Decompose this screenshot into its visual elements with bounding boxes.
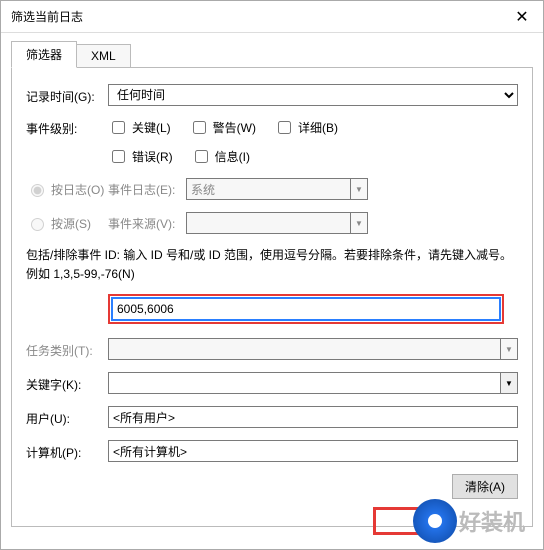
radio-by-log-input: [31, 184, 44, 197]
tab-filter[interactable]: 筛选器: [11, 41, 77, 68]
event-source-label: 事件来源(V):: [108, 215, 186, 232]
window-title: 筛选当前日志: [1, 8, 501, 25]
event-log-dropdown-button: ▼: [350, 178, 368, 200]
logged-time-select[interactable]: 任何时间: [108, 84, 518, 106]
level-verbose[interactable]: 详细(B): [274, 118, 338, 137]
task-category-label: 任务类别(T):: [26, 340, 108, 359]
keywords-input[interactable]: [108, 372, 500, 394]
level-info-checkbox[interactable]: [195, 150, 208, 163]
event-source-input[interactable]: [186, 212, 350, 234]
event-source-combo[interactable]: ▼: [186, 212, 368, 234]
radio-by-source-input: [31, 218, 44, 231]
task-category-combo: ▼: [108, 338, 518, 360]
level-info[interactable]: 信息(I): [191, 147, 250, 166]
level-critical[interactable]: 关键(L): [108, 118, 171, 137]
level-warning-checkbox[interactable]: [193, 121, 206, 134]
close-button[interactable]: ✕: [501, 1, 543, 32]
task-category-input: [108, 338, 500, 360]
computer-label: 计算机(P):: [26, 442, 108, 461]
level-warning[interactable]: 警告(W): [189, 118, 256, 137]
filter-log-dialog: 筛选当前日志 ✕ 筛选器 XML 记录时间(G): 任何时间 事件级别: 关: [0, 0, 544, 550]
tab-xml[interactable]: XML: [77, 44, 131, 68]
radio-by-source: 按源(S): [26, 215, 108, 232]
event-source-dropdown-button[interactable]: ▼: [350, 212, 368, 234]
event-id-highlight: [108, 294, 504, 324]
event-id-help-text: 包括/排除事件 ID: 输入 ID 号和/或 ID 范围，使用逗号分隔。若要排除…: [26, 246, 518, 284]
keywords-dropdown-button[interactable]: ▼: [500, 372, 518, 394]
task-category-dropdown-button: ▼: [500, 338, 518, 360]
clear-button[interactable]: 清除(A): [452, 474, 518, 499]
tab-panel-filter: 记录时间(G): 任何时间 事件级别: 关键(L) 警告(W) 详细(B): [11, 67, 533, 527]
level-critical-checkbox[interactable]: [112, 121, 125, 134]
logged-time-label: 记录时间(G):: [26, 86, 108, 105]
dialog-body: 筛选器 XML 记录时间(G): 任何时间 事件级别: 关键(L) 警告(W): [1, 33, 543, 549]
brand-logo-icon: [413, 499, 457, 543]
keywords-label: 关键字(K):: [26, 374, 108, 393]
tab-strip: 筛选器 XML: [11, 41, 533, 68]
computer-input[interactable]: [108, 440, 518, 462]
event-log-combo: ▼: [186, 178, 368, 200]
footer-branding: 好装机: [373, 499, 525, 543]
titlebar: 筛选当前日志 ✕: [1, 1, 543, 33]
event-log-input: [186, 178, 350, 200]
radio-by-log: 按日志(O): [26, 181, 108, 198]
level-error-checkbox[interactable]: [112, 150, 125, 163]
event-log-label: 事件日志(E):: [108, 181, 186, 198]
user-input[interactable]: [108, 406, 518, 428]
event-id-input[interactable]: [112, 298, 500, 320]
user-label: 用户(U):: [26, 408, 108, 427]
brand-text: 好装机: [459, 505, 525, 537]
event-level-label: 事件级别:: [26, 118, 108, 137]
level-verbose-checkbox[interactable]: [278, 121, 291, 134]
level-error[interactable]: 错误(R): [108, 147, 173, 166]
keywords-combo[interactable]: ▼: [108, 372, 518, 394]
